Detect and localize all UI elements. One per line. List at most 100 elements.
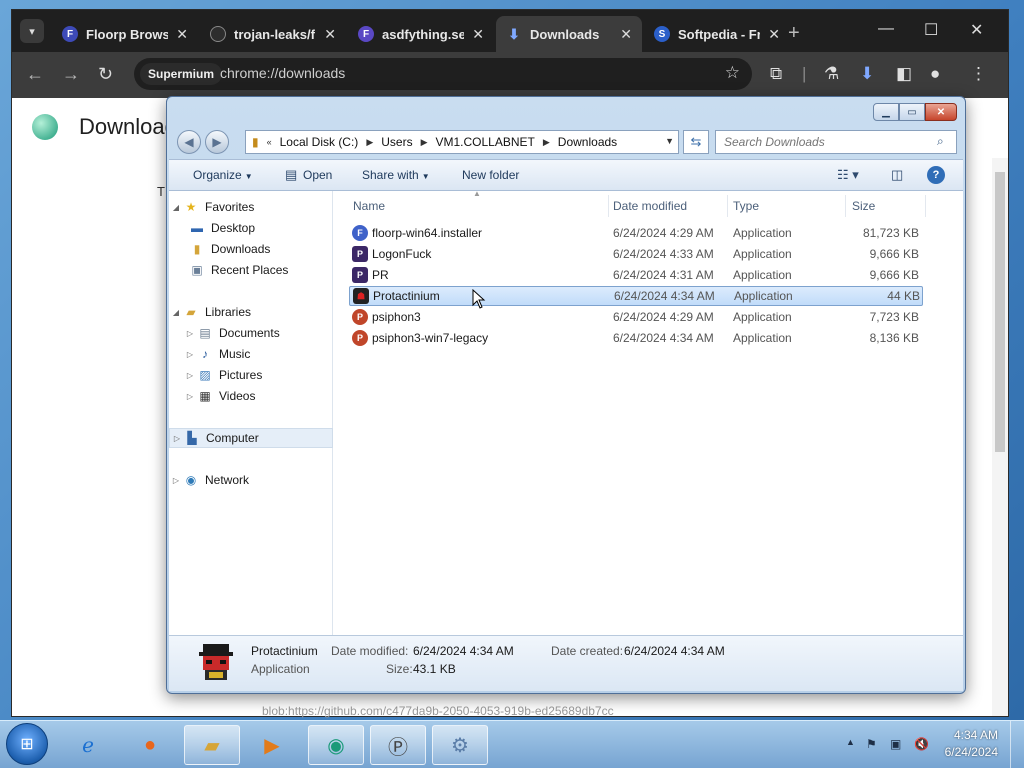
close-window-button[interactable]: ✕	[970, 20, 983, 40]
file-row[interactable]: P psiphon3 6/24/2024 4:29 AM Application…	[349, 307, 923, 327]
nav-videos[interactable]: ▷ ▦ Videos	[169, 386, 333, 406]
star-icon[interactable]: ☆	[725, 63, 740, 83]
side-panel-icon[interactable]: ◧	[896, 64, 912, 84]
chevron-down-icon[interactable]: ▼	[665, 136, 674, 146]
help-icon[interactable]: ?	[927, 166, 945, 184]
close-icon[interactable]: ✕	[620, 26, 632, 43]
maximize-button[interactable]: ▭	[899, 103, 925, 121]
tab-search-button[interactable]: ▾	[20, 19, 44, 43]
breadcrumb-item[interactable]: Users	[381, 135, 412, 149]
forward-button[interactable]: ▶	[205, 130, 229, 154]
download-source-url[interactable]: blob:https://github.com/c477da9b-2050-40…	[262, 704, 614, 718]
psiphon-taskbar-icon[interactable]: Ⓟ	[370, 725, 426, 765]
nav-documents[interactable]: ▷ ▤ Documents	[169, 323, 333, 343]
new-tab-button[interactable]: +	[788, 22, 800, 45]
nav-network[interactable]: ▷ ◉ Network	[169, 470, 333, 490]
nav-downloads[interactable]: ▮ Downloads	[169, 239, 333, 259]
tab-floorp[interactable]: F Floorp Brows ✕	[52, 16, 198, 52]
media-player-icon[interactable]: ▶	[244, 725, 300, 765]
expand-arrow-icon[interactable]: ▷	[170, 434, 184, 443]
chevron-right-icon[interactable]: ▶	[543, 137, 550, 148]
nav-music[interactable]: ▷ ♪ Music	[169, 344, 333, 364]
nav-libraries[interactable]: ◢ ▰ Libraries	[169, 302, 333, 322]
share-with-button[interactable]: Share with ▼	[362, 168, 430, 182]
view-options-icon[interactable]: ☷ ▾	[837, 167, 859, 183]
open-button[interactable]: Open	[303, 168, 332, 182]
column-type[interactable]: Type	[733, 195, 759, 217]
expand-arrow-icon[interactable]: ▷	[183, 350, 197, 359]
column-size[interactable]: Size	[852, 195, 875, 217]
scroll-thumb[interactable]	[995, 172, 1005, 452]
nav-desktop[interactable]: ▬ Desktop	[169, 218, 333, 238]
internet-explorer-icon[interactable]: ℯ	[60, 725, 116, 765]
file-row-selected[interactable]: ☗ Protactinium 6/24/2024 4:34 AM Applica…	[349, 286, 923, 306]
download-icon[interactable]: ⬇	[860, 64, 874, 84]
expand-arrow-icon[interactable]: ▷	[169, 476, 183, 485]
close-icon[interactable]: ✕	[472, 26, 484, 43]
nav-favorites[interactable]: ◢ ★ Favorites	[169, 197, 333, 217]
close-icon[interactable]: ✕	[768, 26, 780, 43]
file-row[interactable]: P psiphon3-win7-legacy 6/24/2024 4:34 AM…	[349, 328, 923, 348]
start-button[interactable]: ⊞	[6, 723, 48, 765]
nav-pictures[interactable]: ▷ ▨ Pictures	[169, 365, 333, 385]
breadcrumb-item[interactable]: Local Disk (C:)	[280, 135, 359, 149]
nav-computer[interactable]: ▷ ▙ Computer	[169, 428, 333, 448]
search-input[interactable]	[715, 130, 957, 154]
network-tray-icon[interactable]: ▣	[890, 737, 901, 751]
breadcrumb-item[interactable]: Downloads	[558, 135, 617, 149]
expand-arrow-icon[interactable]: ▷	[183, 371, 197, 380]
new-folder-button[interactable]: New folder	[462, 168, 519, 182]
column-divider[interactable]	[727, 195, 728, 217]
menu-icon[interactable]: ⋮	[970, 64, 987, 84]
column-divider[interactable]	[608, 195, 609, 217]
page-scrollbar[interactable]	[992, 158, 1008, 716]
column-date-modified[interactable]: Date modified	[613, 195, 687, 217]
extensions-icon[interactable]: ⧉	[770, 64, 782, 84]
nav-recent-places[interactable]: ▣ Recent Places	[169, 260, 333, 280]
back-button[interactable]: ←	[26, 64, 44, 85]
expand-arrow-icon[interactable]: ▷	[183, 329, 197, 338]
collapse-arrow-icon[interactable]: ◢	[169, 308, 183, 317]
firefox-icon[interactable]: ●	[122, 725, 178, 765]
chevron-right-icon[interactable]: ▶	[366, 137, 373, 148]
action-center-flag-icon[interactable]: ⚑	[866, 737, 877, 751]
file-row[interactable]: F floorp-win64.installer 6/24/2024 4:29 …	[349, 223, 923, 243]
overflow-chevron-icon[interactable]: «	[267, 137, 272, 147]
organize-button[interactable]: Organize ▼	[193, 168, 253, 182]
tab-trojan-leaks[interactable]: trojan-leaks/f ✕	[200, 16, 346, 52]
system-clock[interactable]: 4:34 AM 6/24/2024	[945, 727, 998, 761]
breadcrumb-item[interactable]: VM1.COLLABNET	[436, 135, 535, 149]
column-divider[interactable]	[925, 195, 926, 217]
show-desktop-button[interactable]	[1010, 721, 1024, 768]
maximize-button[interactable]: ☐	[924, 20, 938, 40]
labs-icon[interactable]: ⚗	[824, 64, 839, 84]
refresh-button[interactable]: ⇆	[683, 130, 709, 154]
reload-button[interactable]: ↻	[98, 64, 113, 85]
explorer-folder-icon[interactable]: ▰	[184, 725, 240, 765]
preview-pane-icon[interactable]: ◫	[891, 167, 903, 183]
back-button[interactable]: ◀	[177, 130, 201, 154]
collapse-arrow-icon[interactable]: ◢	[169, 203, 183, 212]
tab-downloads[interactable]: ⬇ Downloads ✕	[496, 16, 642, 52]
close-button[interactable]: ✕	[925, 103, 957, 121]
search-icon[interactable]: ⌕	[937, 134, 944, 149]
supermium-icon[interactable]: ◉	[308, 725, 364, 765]
column-divider[interactable]	[845, 195, 846, 217]
show-hidden-icons-arrow[interactable]: ▲	[846, 737, 855, 747]
close-icon[interactable]: ✕	[324, 26, 336, 43]
forward-button[interactable]: →	[62, 64, 80, 85]
chevron-right-icon[interactable]: ▶	[421, 137, 428, 148]
file-row[interactable]: P LogonFuck 6/24/2024 4:33 AM Applicatio…	[349, 244, 923, 264]
app-taskbar-icon[interactable]: ⚙	[432, 725, 488, 765]
minimize-button[interactable]: —	[878, 20, 894, 38]
tab-softpedia[interactable]: S Softpedia - Fr ✕	[644, 16, 790, 52]
file-row[interactable]: P PR 6/24/2024 4:31 AM Application 9,666…	[349, 265, 923, 285]
close-icon[interactable]: ✕	[176, 26, 188, 43]
tab-asdfything[interactable]: F asdfything.se ✕	[348, 16, 494, 52]
url-text[interactable]: chrome://downloads	[220, 65, 345, 81]
address-bar[interactable]: ▮ « Local Disk (C:) ▶ Users ▶ VM1.COLLAB…	[245, 130, 679, 154]
expand-arrow-icon[interactable]: ▷	[183, 392, 197, 401]
minimize-button[interactable]: ▁	[873, 103, 899, 121]
column-name[interactable]: Name	[353, 195, 385, 217]
volume-muted-icon[interactable]: 🔇	[914, 737, 929, 751]
